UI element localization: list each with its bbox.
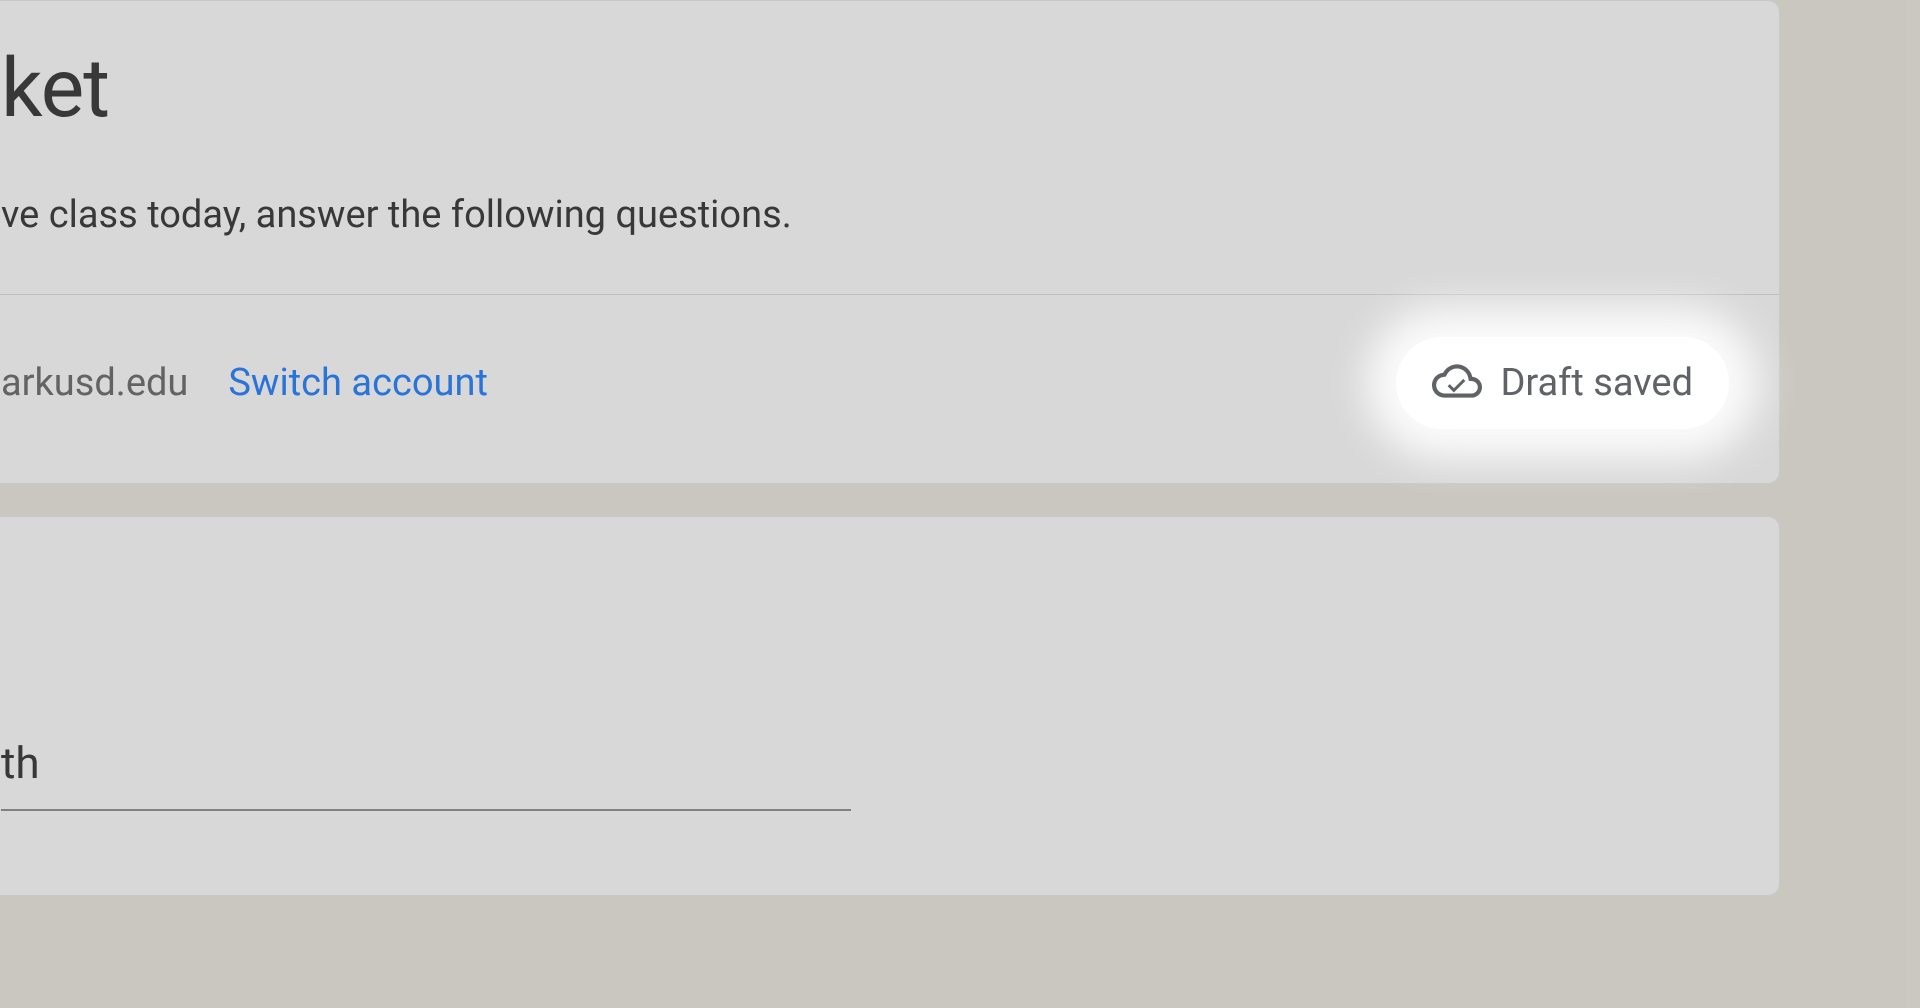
answer-row: th (1, 737, 1729, 811)
answer-text: th (1, 737, 851, 809)
form-header: ket ve class today, answer the following… (0, 1, 1779, 294)
question-card: th (0, 516, 1780, 896)
draft-saved-text: Draft saved (1500, 361, 1693, 405)
account-info: arkusd.edu Switch account (1, 361, 488, 405)
account-email: arkusd.edu (1, 361, 188, 405)
form-header-card: ket ve class today, answer the following… (0, 0, 1780, 484)
input-underline (1, 809, 851, 811)
cloud-done-icon (1432, 362, 1482, 404)
answer-input[interactable]: th (1, 737, 851, 811)
form-description: ve class today, answer the following que… (1, 187, 1729, 244)
account-row: arkusd.edu Switch account Draft saved (0, 295, 1779, 483)
draft-saved-badge: Draft saved (1396, 337, 1729, 429)
form-title: ket (1, 41, 1729, 137)
switch-account-link[interactable]: Switch account (228, 361, 488, 405)
